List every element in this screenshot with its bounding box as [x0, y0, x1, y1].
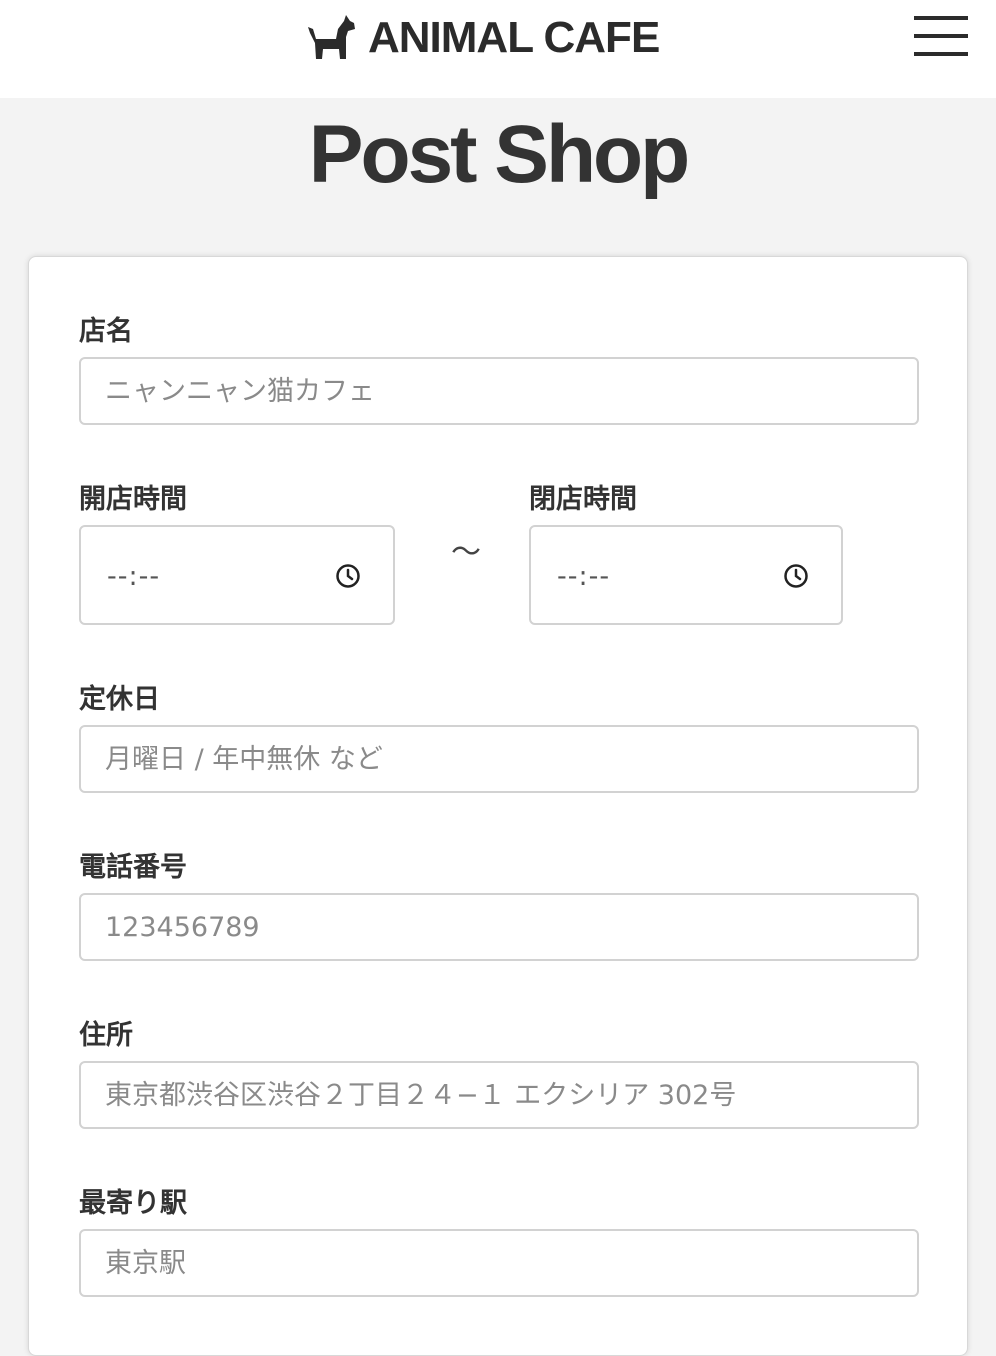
menu-bar [914, 52, 968, 56]
holiday-input[interactable] [79, 725, 919, 793]
close-time-label: 閉店時間 [529, 484, 637, 515]
clock-icon[interactable] [335, 563, 361, 589]
clock-icon[interactable] [783, 563, 809, 589]
brand-logo[interactable]: ANIMAL CAFE [306, 10, 660, 66]
open-time-input[interactable]: --:-- [79, 525, 395, 625]
open-time-label: 開店時間 [79, 484, 187, 515]
holiday-label: 定休日 [79, 684, 160, 715]
shop-name-input[interactable] [79, 357, 919, 425]
post-shop-form: 店名 開店時間 --:-- 〜 閉店時間 --:-- 定休日 電話番号 住所 最… [28, 256, 968, 1356]
dog-icon [308, 15, 355, 59]
close-time-input[interactable]: --:-- [529, 525, 843, 625]
open-time-value: --:-- [107, 561, 161, 592]
time-range-separator: 〜 [451, 535, 481, 570]
address-input[interactable] [79, 1061, 919, 1129]
hamburger-menu-icon[interactable] [914, 16, 968, 56]
site-header: ANIMAL CAFE [0, 0, 996, 98]
menu-bar [914, 34, 968, 38]
page-title: Post Shop [308, 109, 690, 200]
brand-name: ANIMAL CAFE [368, 13, 660, 62]
station-input[interactable] [79, 1229, 919, 1297]
station-label: 最寄り駅 [79, 1188, 187, 1219]
menu-bar [914, 16, 968, 20]
phone-label: 電話番号 [79, 852, 187, 883]
close-time-value: --:-- [557, 561, 611, 592]
shop-name-label: 店名 [79, 316, 133, 347]
phone-input[interactable] [79, 893, 919, 961]
address-label: 住所 [79, 1020, 133, 1051]
